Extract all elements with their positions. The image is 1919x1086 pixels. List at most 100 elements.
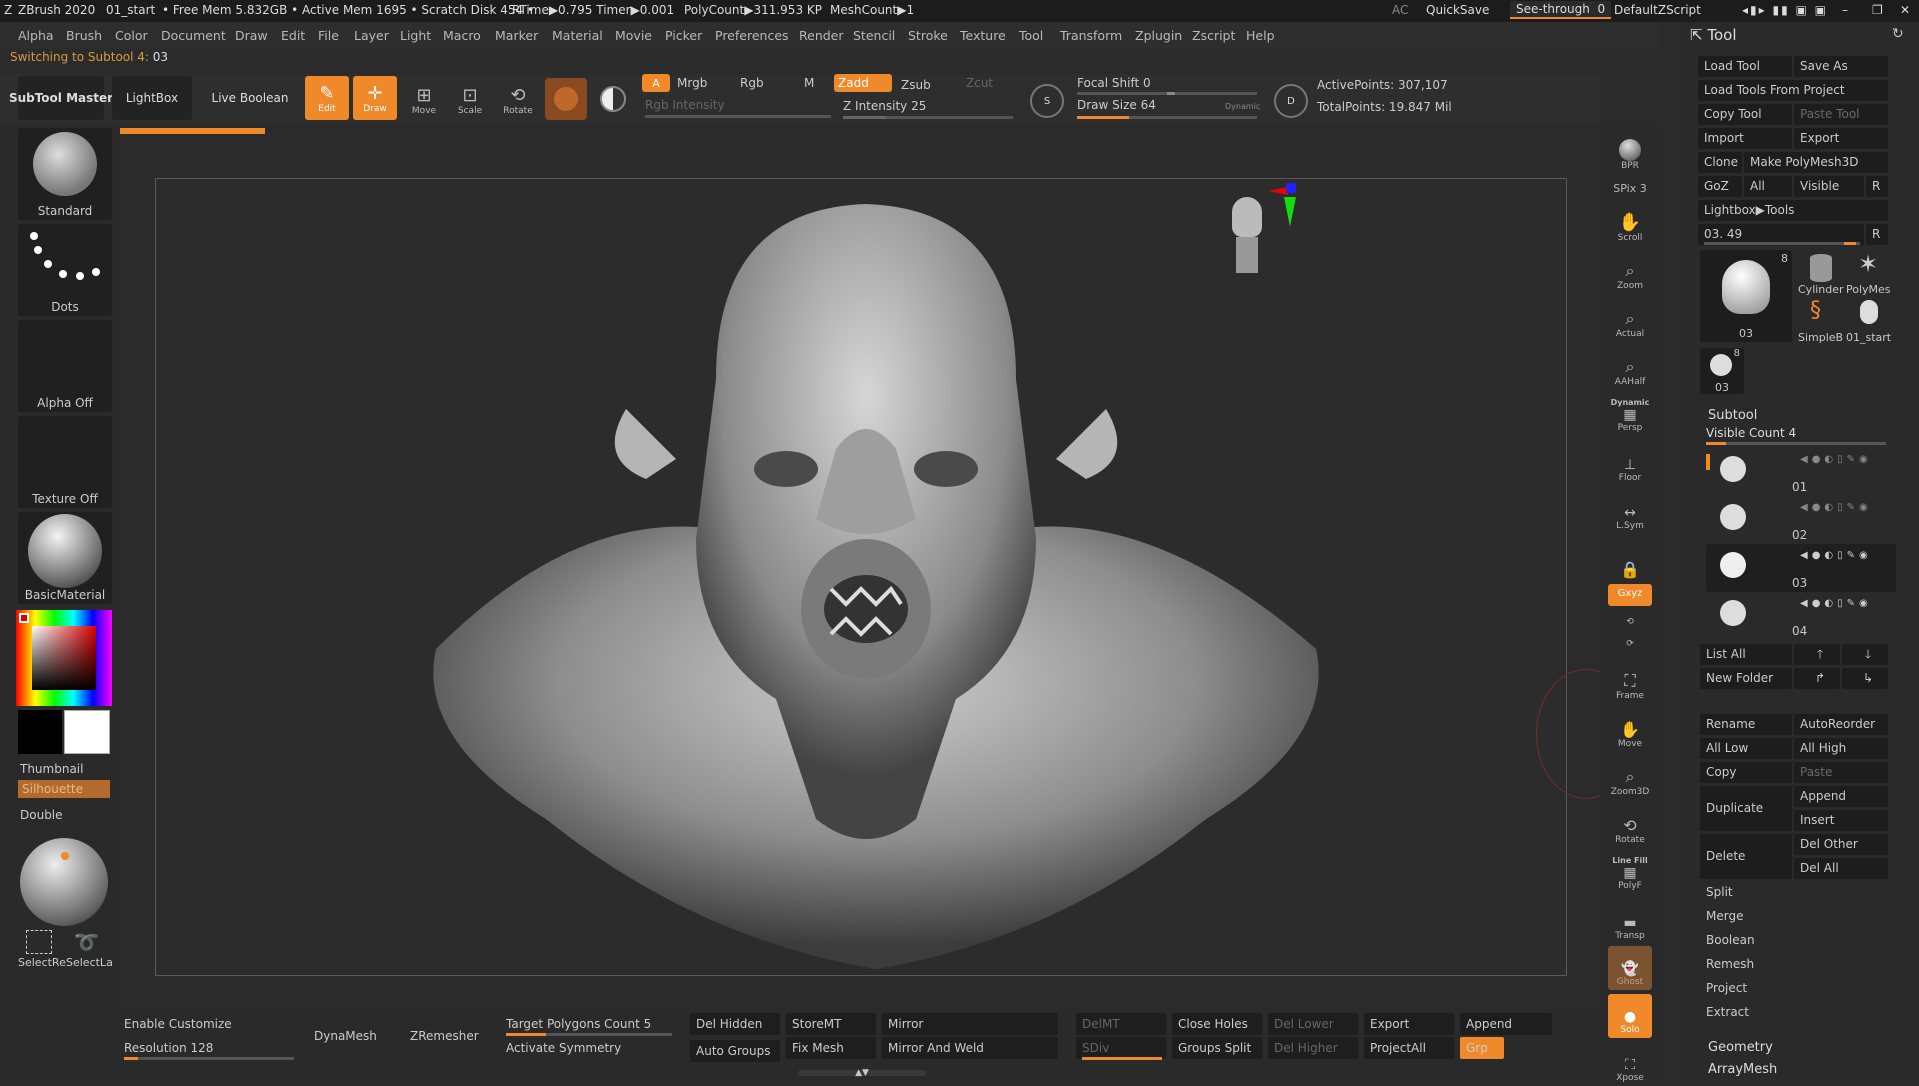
live-boolean-button[interactable]: Live Boolean — [204, 76, 296, 120]
gxyz-button[interactable]: Gxyz — [1608, 584, 1652, 606]
focal-shift-label[interactable]: Focal Shift 0 — [1077, 76, 1151, 90]
navigation-sphere[interactable] — [20, 838, 108, 926]
zcut-button[interactable]: Zcut — [966, 76, 993, 90]
menu-stroke[interactable]: Stroke — [908, 28, 948, 43]
lock-button[interactable]: 🔒 — [1608, 538, 1652, 582]
rotate-mode-button[interactable]: ⟲ Rotate — [496, 76, 540, 120]
close-holes-button[interactable]: Close Holes — [1172, 1013, 1262, 1035]
subtool-controls-icon[interactable]: ◀●◐▯✎◉ — [1800, 550, 1872, 561]
goz-button[interactable]: GoZ — [1698, 176, 1742, 197]
zoom-button[interactable]: ⌕ Zoom — [1608, 250, 1652, 294]
arraymesh-section[interactable]: ArrayMesh — [1708, 1062, 1777, 1077]
frame-button[interactable]: ⛶ Frame — [1608, 660, 1652, 704]
resolution-slider[interactable]: Resolution 128 — [118, 1037, 298, 1059]
material-thumbnail[interactable]: BasicMaterial — [18, 512, 112, 604]
subtool-controls-icon[interactable]: ◀●◐▯✎◉ — [1800, 454, 1872, 465]
axis-gizmo-icon[interactable] — [1268, 181, 1298, 231]
import-button[interactable]: Import — [1698, 128, 1792, 149]
boolean-menu[interactable]: Boolean — [1700, 930, 1888, 951]
zremesher-button[interactable]: ZRemesher — [404, 1025, 494, 1047]
visible-count-slider[interactable] — [1706, 442, 1886, 445]
draw-size-slider[interactable] — [1077, 116, 1257, 119]
append-button[interactable]: Append — [1460, 1013, 1552, 1035]
menu-help[interactable]: Help — [1246, 28, 1275, 43]
delete-button[interactable]: Delete — [1700, 834, 1792, 879]
transp-button[interactable]: ▬ Transp — [1608, 900, 1652, 944]
edit-mode-button[interactable]: ✎ Edit — [305, 76, 349, 120]
menu-zplugin[interactable]: Zplugin — [1135, 28, 1182, 43]
lsym-button[interactable]: ↔ L.Sym — [1608, 490, 1652, 534]
floor-button[interactable]: ⊥ Floor — [1608, 442, 1652, 486]
goz-r-button[interactable]: R — [1866, 176, 1888, 197]
insert-button[interactable]: Insert — [1794, 810, 1888, 831]
double-button[interactable]: Double — [20, 808, 63, 822]
alpha-thumbnail[interactable]: Alpha Off — [18, 320, 112, 412]
menu-picker[interactable]: Picker — [665, 28, 702, 43]
clone-button[interactable]: Clone — [1698, 152, 1742, 173]
rgb-button[interactable]: Rgb — [740, 76, 764, 90]
all-high-button[interactable]: All High — [1794, 738, 1888, 759]
list-all-button[interactable]: List All — [1700, 644, 1792, 665]
polyf-button[interactable]: Line Fill ▦ PolyF — [1608, 850, 1652, 894]
dynamesh-button[interactable]: DynaMesh — [308, 1025, 398, 1047]
tool-thumb-01start[interactable]: 01_start — [1846, 298, 1894, 344]
sdiv-slider[interactable]: SDiv — [1076, 1037, 1166, 1059]
z-intensity-slider[interactable] — [843, 116, 1013, 119]
delmt-button[interactable]: DelMT — [1076, 1013, 1166, 1035]
menu-transform[interactable]: Transform — [1060, 28, 1122, 43]
autoreorder-button[interactable]: AutoReorder — [1794, 714, 1888, 735]
color-sphere-button[interactable] — [592, 78, 634, 120]
subtool-item-02[interactable]: ◀●◐▯✎◉ 02 — [1706, 496, 1896, 544]
copy-subtool-button[interactable]: Copy — [1700, 762, 1792, 783]
secondary-color-swatch[interactable] — [64, 710, 110, 754]
spix-slider[interactable]: SPix 3 — [1608, 176, 1652, 198]
rgb-intensity-slider[interactable]: Rgb Intensity — [645, 98, 725, 112]
draw-mode-button[interactable]: ✛ Draw — [353, 76, 397, 120]
menu-edit[interactable]: Edit — [281, 28, 305, 43]
see-through-slider[interactable]: See-through 0 — [1510, 1, 1612, 19]
projectall-button[interactable]: ProjectAll — [1364, 1037, 1454, 1059]
lightbox-tools-button[interactable]: Lightbox▶Tools — [1698, 200, 1888, 221]
load-tools-from-project-button[interactable]: Load Tools From Project — [1698, 80, 1888, 101]
tool-r-button[interactable]: R — [1866, 224, 1888, 245]
target-polygons-slider[interactable]: Target Polygons Count 5 — [500, 1013, 678, 1035]
geometry-section[interactable]: Geometry — [1708, 1040, 1773, 1055]
draw-size-label[interactable]: Draw Size 64 — [1077, 98, 1156, 112]
merge-menu[interactable]: Merge — [1700, 906, 1888, 927]
rotate-z-icon[interactable]: ⟳ — [1608, 632, 1652, 652]
canvas-viewport[interactable] — [155, 178, 1636, 976]
reset-icon[interactable]: ↻ — [1892, 26, 1904, 42]
color-picker[interactable] — [16, 610, 112, 706]
menu-stencil[interactable]: Stencil — [853, 28, 895, 43]
duplicate-button[interactable]: Duplicate — [1700, 786, 1792, 831]
activate-symmetry-button[interactable]: Activate Symmetry — [500, 1037, 678, 1059]
a-button[interactable]: A — [642, 74, 670, 92]
texture-thumbnail[interactable]: Texture Off — [18, 416, 112, 508]
stroke-thumbnail[interactable]: Dots — [18, 224, 112, 316]
subtool-item-03[interactable]: ◀●◐▯✎◉ 03 — [1706, 544, 1896, 592]
dynamic-size-icon[interactable]: D — [1274, 84, 1308, 118]
layout-icons[interactable]: ◂▮▸ ▮▮ ▣ ▣ — [1742, 3, 1828, 17]
del-hidden-button[interactable]: Del Hidden — [690, 1013, 780, 1035]
project-menu[interactable]: Project — [1700, 978, 1888, 999]
lightbox-button[interactable]: LightBox — [112, 76, 192, 120]
tool-thumb-03-small[interactable]: 8 03 — [1700, 348, 1744, 394]
bpr-button[interactable]: BPR — [1608, 130, 1652, 174]
subtool-controls-icon[interactable]: ◀●◐▯✎◉ — [1800, 598, 1872, 609]
scale-mode-button[interactable]: ⊡ Scale — [448, 76, 492, 120]
subtool-item-04[interactable]: ◀●◐▯✎◉ 04 — [1706, 592, 1896, 640]
subtool-header[interactable]: Subtool — [1708, 408, 1757, 423]
m-button[interactable]: M — [804, 76, 814, 90]
menu-file[interactable]: File — [318, 28, 339, 43]
tool-thumb-cylinder[interactable]: Cylinder — [1798, 250, 1844, 296]
menu-alpha[interactable]: Alpha — [18, 28, 54, 43]
subtool-item-01[interactable]: ◀●◐▯✎◉ 01 — [1706, 448, 1896, 496]
del-all-button[interactable]: Del All — [1794, 858, 1888, 879]
menu-color[interactable]: Color — [115, 28, 148, 43]
solo-button[interactable]: ● Solo — [1608, 994, 1652, 1038]
load-tool-button[interactable]: Load Tool — [1698, 56, 1792, 77]
storemt-button[interactable]: StoreMT — [786, 1013, 876, 1035]
extract-menu[interactable]: Extract — [1700, 1002, 1888, 1023]
aahalf-button[interactable]: ⌕ AAHalf — [1608, 346, 1652, 390]
maximize-icon[interactable]: ❐ — [1872, 3, 1883, 17]
